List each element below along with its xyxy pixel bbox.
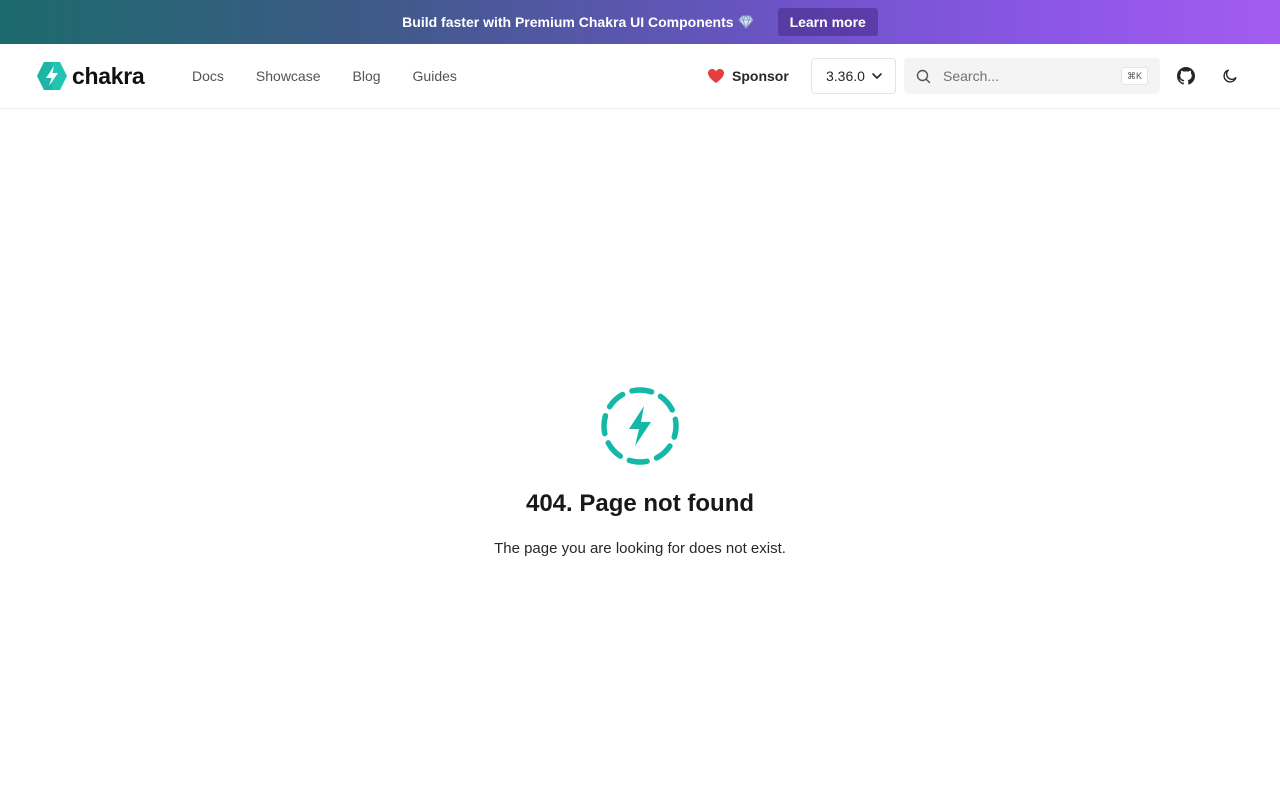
main-nav: Docs Showcase Blog Guides	[192, 44, 489, 108]
not-found-icon	[598, 384, 682, 468]
site-header: chakra Docs Showcase Blog Guides Sponsor…	[0, 44, 1280, 109]
sponsor-label: Sponsor	[732, 68, 789, 84]
logo-text: chakra	[72, 62, 145, 89]
theme-toggle-button[interactable]	[1212, 58, 1248, 94]
promo-text-wrap: Build faster with Premium Chakra UI Comp…	[402, 14, 754, 30]
logo-link[interactable]: chakra	[36, 61, 145, 91]
nav-blog[interactable]: Blog	[353, 68, 381, 84]
chakra-logo-icon	[36, 61, 68, 91]
page-title: 404. Page not found	[525, 490, 755, 517]
search-icon	[916, 69, 931, 84]
github-button[interactable]	[1168, 58, 1204, 94]
chevron-down-icon	[871, 70, 883, 82]
nav-guides[interactable]: Guides	[413, 68, 457, 84]
moon-icon	[1222, 68, 1238, 84]
nav-docs[interactable]: Docs	[192, 68, 224, 84]
nav-showcase[interactable]: Showcase	[256, 68, 321, 84]
search-shortcut-kbd: ⌘K	[1120, 67, 1148, 85]
promo-text: Build faster with Premium Chakra UI Comp…	[402, 14, 734, 30]
search-input[interactable]: Search... ⌘K	[904, 58, 1160, 94]
search-placeholder: Search...	[943, 68, 1000, 84]
heart-icon	[707, 68, 725, 84]
promo-banner: Build faster with Premium Chakra UI Comp…	[0, 0, 1280, 44]
sponsor-button[interactable]: Sponsor	[707, 58, 789, 94]
gem-icon	[737, 15, 754, 29]
version-select[interactable]: 3.36.0	[811, 58, 896, 94]
github-icon	[1177, 67, 1195, 85]
page-message: The page you are looking for does not ex…	[494, 540, 786, 557]
learn-more-button[interactable]: Learn more	[777, 8, 878, 36]
version-label: 3.36.0	[826, 68, 865, 84]
